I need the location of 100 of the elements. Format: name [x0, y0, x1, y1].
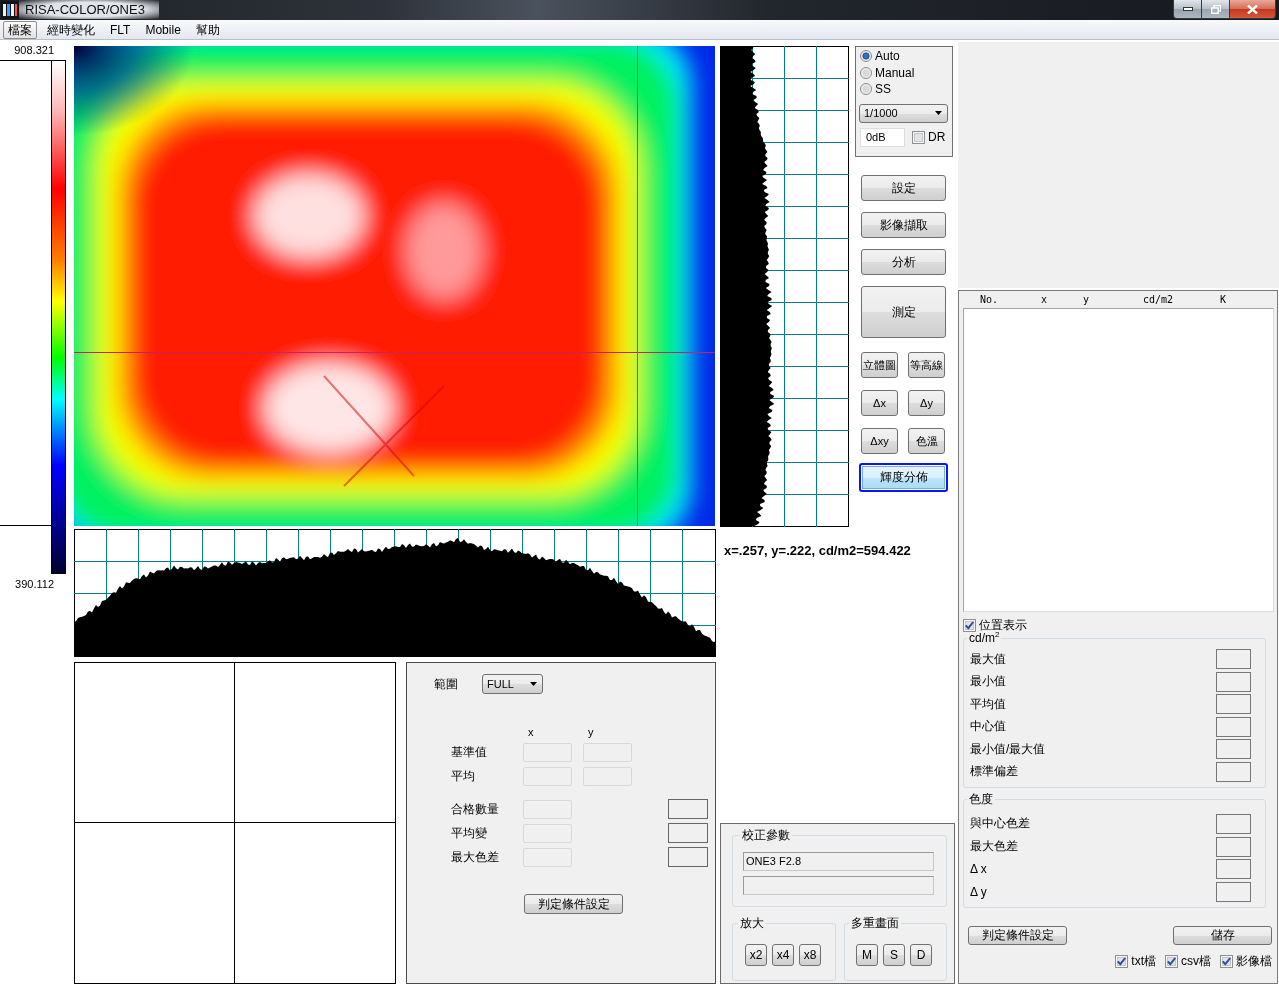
exposure-radio[interactable]: Manual: [860, 64, 952, 81]
stat-label: Δ x: [970, 862, 987, 877]
group-title: 多重畫面: [850, 917, 900, 930]
column-header: y: [1083, 293, 1091, 306]
caret-icon: [530, 682, 537, 686]
column-header: cd/m2: [1143, 293, 1175, 306]
calibration-field[interactable]: [743, 876, 934, 895]
shutter-dropdown[interactable]: 1/1000: [859, 103, 948, 123]
delta-xy-button[interactable]: Δxy: [861, 428, 898, 454]
scale-max-label: 908.321: [13, 43, 54, 58]
show-position-checkbox[interactable]: 位置表示: [963, 618, 1277, 632]
checkbox-icon[interactable]: [1115, 955, 1129, 969]
column-header: K: [1220, 293, 1228, 306]
calibration-field[interactable]: ONE3 F2.8: [743, 852, 934, 871]
cursor-readout: x=.257, y=.222, cd/m2=594.422: [724, 543, 911, 559]
close-button[interactable]: [1230, 0, 1276, 19]
result-field: [668, 823, 708, 843]
export-checkbox[interactable]: 影像檔: [1220, 954, 1272, 969]
range-dropdown[interactable]: FULL: [482, 674, 543, 694]
restore-icon: [1210, 4, 1221, 14]
radio-icon[interactable]: [860, 83, 872, 96]
radio-icon[interactable]: [860, 66, 872, 79]
stat-field: [1216, 761, 1251, 782]
stat-label: 中心值: [970, 718, 1006, 736]
stat-field: [1216, 881, 1251, 902]
contour-button[interactable]: 等高線: [908, 352, 945, 378]
scale-min-label: 390.112: [14, 577, 54, 592]
menu-item[interactable]: 檔案: [3, 20, 37, 39]
stat-label: 標準偏差: [970, 763, 1018, 781]
export-checkbox[interactable]: csv檔: [1165, 954, 1211, 969]
checkbox-icon[interactable]: [1165, 955, 1178, 969]
radio-icon[interactable]: [860, 50, 872, 63]
stat-label: 最大色差: [970, 838, 1018, 856]
stat-label: 最小值: [970, 673, 1006, 691]
column-header: No.: [980, 293, 1000, 306]
exposure-radio[interactable]: Auto: [860, 48, 952, 65]
3d-view-button[interactable]: 立體圖: [861, 352, 898, 378]
criteria-button[interactable]: 判定條件設定: [524, 894, 623, 914]
column-header: x: [1041, 293, 1049, 306]
close-icon: [1247, 4, 1258, 14]
settings-button[interactable]: 設定: [861, 175, 946, 201]
stat-label: 最小值/最大值: [970, 740, 1046, 758]
row-label: 基準值: [451, 744, 488, 761]
save-button[interactable]: 儲存: [1173, 925, 1272, 945]
gain-field[interactable]: 0dB: [860, 127, 905, 147]
checkbox-icon[interactable]: [912, 130, 925, 144]
luminance-distribution-button[interactable]: 輝度分佈: [859, 463, 948, 492]
checkbox-icon[interactable]: [1220, 955, 1233, 969]
stat-label: 與中心色差: [970, 815, 1030, 833]
zoom-button[interactable]: x4: [772, 944, 794, 966]
stat-field: [1216, 716, 1251, 737]
capture-button[interactable]: 影像擷取: [861, 212, 946, 238]
stat-label: 平均值: [970, 695, 1006, 713]
menu-item[interactable]: 幫助: [190, 20, 225, 39]
menu-item[interactable]: 經時變化: [42, 20, 100, 39]
app-logo-icon: [1, 1, 19, 19]
menu-item[interactable]: Mobile: [140, 20, 186, 39]
zoom-button[interactable]: x8: [799, 944, 821, 966]
group-title: 放大: [739, 917, 765, 930]
row-label: 合格數量: [451, 800, 500, 818]
column-header: x: [527, 726, 535, 738]
zoom-button[interactable]: x2: [745, 944, 767, 966]
checkbox-icon[interactable]: [963, 618, 976, 632]
row-label: 最大色差: [451, 848, 500, 866]
caret-icon: [935, 111, 942, 115]
menu-item[interactable]: FLT: [105, 20, 136, 39]
stat-field: [1216, 694, 1251, 715]
stat-field: [1216, 836, 1251, 857]
column-header: y: [587, 726, 595, 738]
row-label: 平均: [451, 768, 476, 785]
window-title: RISA-COLOR/ONE3: [19, 0, 159, 19]
row-label: 平均變: [451, 824, 488, 842]
group-title: cd/m$^{2}$: [968, 632, 1001, 645]
result-field: [668, 847, 708, 867]
restore-button[interactable]: [1202, 0, 1230, 19]
view-mode-button[interactable]: S: [883, 944, 905, 966]
stat-field: [1216, 813, 1251, 834]
stat-field: [1216, 859, 1251, 880]
delta-y-button[interactable]: Δy: [908, 390, 945, 416]
dr-checkbox[interactable]: DR: [912, 130, 946, 144]
delta-x-button[interactable]: Δx: [861, 390, 898, 416]
minimize-button[interactable]: [1173, 0, 1202, 19]
stat-label: 最大值: [970, 650, 1006, 668]
group-title: 色度: [968, 792, 994, 806]
measure-button[interactable]: 測定: [861, 286, 946, 338]
stat-field: [1216, 649, 1251, 669]
color-temperature-button[interactable]: 色溫: [908, 428, 945, 454]
analyze-button[interactable]: 分析: [861, 249, 946, 275]
criteria-button[interactable]: 判定條件設定: [968, 925, 1067, 945]
group-title: 校正參數: [741, 829, 791, 842]
minimize-icon: [1182, 7, 1193, 11]
stat-label: Δ y: [970, 884, 987, 899]
stat-field: [1216, 671, 1251, 692]
stat-field: [1216, 739, 1251, 760]
view-mode-button[interactable]: D: [910, 944, 932, 966]
range-label: 範圍: [434, 675, 459, 693]
export-checkbox[interactable]: txt檔: [1115, 954, 1156, 969]
view-mode-button[interactable]: M: [856, 944, 878, 966]
result-field: [668, 799, 708, 819]
exposure-radio[interactable]: SS: [860, 81, 952, 98]
